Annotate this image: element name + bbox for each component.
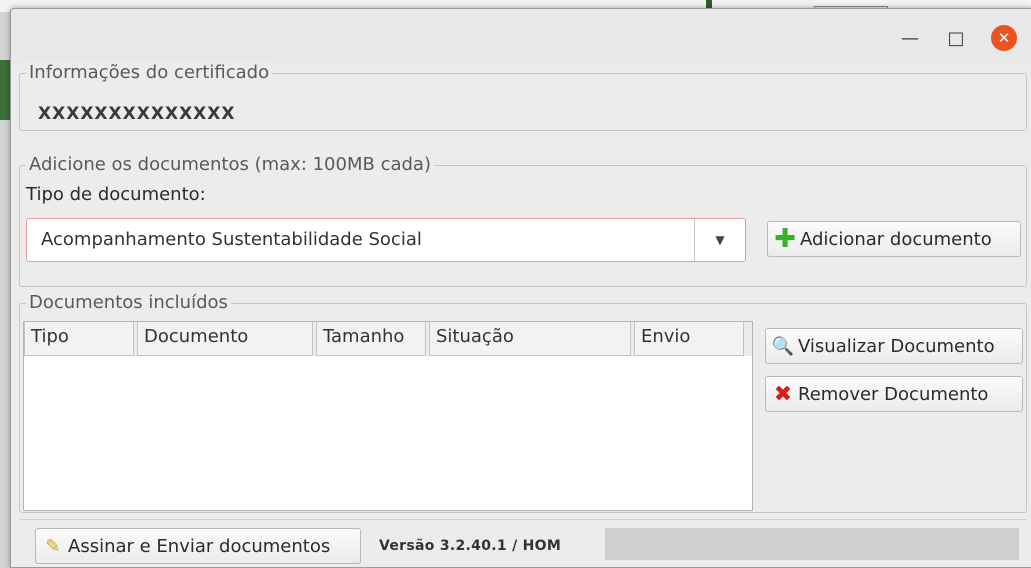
certificate-group: Informações do certificado XXXXXXXXXXXXX… bbox=[19, 62, 1027, 131]
document-type-select[interactable]: Acompanhamento Sustentabilidade Social ▼ bbox=[26, 218, 746, 262]
maximize-icon[interactable]: □ bbox=[943, 25, 969, 51]
remove-document-button[interactable]: ✖ Remover Documento bbox=[765, 376, 1023, 412]
magnifier-icon: 🔍 bbox=[771, 335, 795, 357]
column-header-envio[interactable]: Envio bbox=[634, 322, 744, 356]
view-document-label: Visualizar Documento bbox=[798, 335, 995, 357]
column-header-tamanho[interactable]: Tamanho bbox=[316, 322, 426, 356]
view-document-button[interactable]: 🔍 Visualizar Documento bbox=[765, 328, 1023, 364]
add-documents-legend: Adicione os documentos (max: 100MB cada) bbox=[26, 154, 434, 175]
title-bar[interactable]: — □ ✕ bbox=[11, 9, 1031, 64]
certificate-legend: Informações do certificado bbox=[26, 62, 273, 83]
remove-x-icon: ✖ bbox=[773, 381, 793, 407]
chevron-down-icon[interactable]: ▼ bbox=[694, 219, 745, 261]
document-type-selected: Acompanhamento Sustentabilidade Social bbox=[41, 229, 422, 250]
footer-divider bbox=[19, 519, 1027, 520]
document-upload-dialog: — □ ✕ Informações do certificado XXXXXXX… bbox=[10, 8, 1031, 568]
version-label: Versão 3.2.40.1 / HOM bbox=[379, 538, 562, 554]
column-header-situacao[interactable]: Situação bbox=[429, 322, 631, 356]
column-header-tipo[interactable]: Tipo bbox=[24, 322, 134, 356]
documents-table[interactable]: Tipo Documento Tamanho Situação Envio bbox=[23, 321, 753, 511]
sign-and-send-button[interactable]: ✎ Assinar e Enviar documentos bbox=[35, 528, 361, 564]
remove-document-label: Remover Documento bbox=[798, 383, 989, 405]
upload-progress-bar bbox=[605, 528, 1019, 560]
pen-icon: ✎ bbox=[45, 535, 61, 557]
add-document-label: Adicionar documento bbox=[800, 228, 992, 250]
document-type-label: Tipo de documento: bbox=[26, 184, 206, 205]
add-document-button[interactable]: ✚ Adicionar documento bbox=[767, 221, 1021, 257]
certificate-value: XXXXXXXXXXXXXX bbox=[38, 104, 236, 124]
documents-table-header: Tipo Documento Tamanho Situação Envio bbox=[24, 322, 752, 356]
column-header-documento[interactable]: Documento bbox=[137, 322, 313, 356]
minimize-icon[interactable]: — bbox=[897, 25, 923, 51]
included-documents-legend: Documentos incluídos bbox=[26, 292, 231, 313]
sign-and-send-label: Assinar e Enviar documentos bbox=[68, 535, 331, 557]
plus-icon: ✚ bbox=[774, 224, 796, 254]
close-icon[interactable]: ✕ bbox=[991, 25, 1017, 51]
